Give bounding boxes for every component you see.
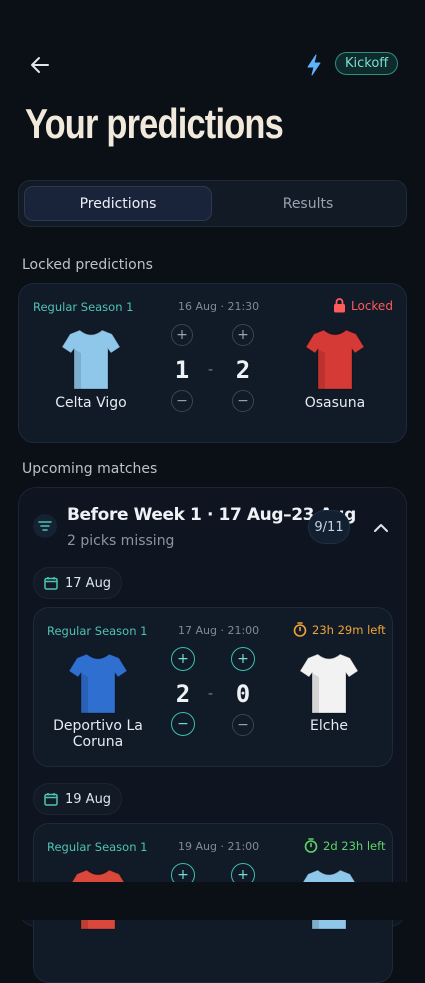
kickoff-label: Kickoff [345,56,389,71]
section-label-upcoming: Upcoming matches [22,461,158,477]
tab-predictions-label: Predictions [79,195,157,212]
calendar-icon [44,793,58,806]
countdown-label: 23h 29m left [312,622,386,637]
back-button[interactable] [26,52,54,78]
home-increment-button[interactable]: + [171,647,195,671]
tab-predictions[interactable]: Predictions [24,186,212,221]
kickoff-badge[interactable]: Kickoff [335,52,399,75]
match-datetime: 17 Aug · 21:00 [178,624,260,637]
picks-progress-badge: 9/11 [308,510,350,544]
score-separator: - [208,362,214,378]
locked-status-label: Locked [351,298,393,313]
bottom-bar [0,882,425,920]
match-league: Regular Season 1 [47,624,148,638]
home-team-name: Celta Vigo [55,395,127,411]
week-group-card: Before Week 1 · 17 Aug–23 Aug 2 picks mi… [18,487,407,983]
tab-switcher: Predictions Results [18,180,407,227]
away-team-name: Osasuna [304,395,366,411]
match-league: Regular Season 1 [47,840,148,854]
group-subtitle: 2 picks missing [67,533,175,549]
away-team-name: Elche [310,718,348,734]
match-league: Regular Season 1 [33,300,134,314]
countdown-label: 2d 23h left [323,838,386,853]
away-shirt-icon [299,651,359,715]
section-label-locked: Locked predictions [22,257,153,273]
home-shirt-icon [68,651,128,715]
home-shirt-icon [61,327,121,391]
list-filter-icon [33,514,57,538]
away-score: 0 [235,680,251,708]
home-team-name: Deportivo La Coruna [53,718,143,750]
picks-progress: 9/11 [314,519,344,535]
date-chip-label: 17 Aug [65,575,112,591]
date-chip-19-aug: 19 Aug [33,783,123,815]
away-increment-button[interactable]: + [232,324,254,346]
locked-status: Locked [333,298,393,313]
page-title: Your predictions [25,100,284,147]
locked-match-card: Regular Season 1 16 Aug · 21:30 Locked C… [18,283,407,443]
chevron-up-icon [374,523,388,532]
date-chip-label: 19 Aug [65,791,112,807]
tab-results[interactable]: Results [214,186,402,221]
match-datetime: 19 Aug · 21:00 [178,840,260,853]
score-separator: - [208,686,214,702]
tab-results-label: Results [282,195,334,212]
home-score: 1 [174,356,190,384]
away-score: 2 [235,356,251,384]
away-decrement-button[interactable]: − [232,714,254,736]
stopwatch-icon [293,622,307,637]
home-decrement-button[interactable]: − [171,712,195,736]
home-score: 2 [175,680,191,708]
collapse-button[interactable] [368,514,394,540]
away-shirt-icon [305,327,365,391]
away-decrement-button[interactable]: − [232,390,254,412]
lock-icon [334,298,345,313]
away-increment-button[interactable]: + [231,647,255,671]
match-card-deportivo-elche: Regular Season 1 17 Aug · 21:00 23h 29m … [33,607,393,767]
countdown-status: 23h 29m left [293,622,386,637]
date-chip-17-aug: 17 Aug [33,567,123,599]
countdown-status: 2d 23h left [304,838,385,853]
calendar-icon [44,577,58,590]
bolt-icon [307,54,321,76]
stopwatch-icon [304,838,318,853]
home-increment-button[interactable]: + [171,324,193,346]
match-datetime: 16 Aug · 21:30 [178,300,260,313]
home-decrement-button[interactable]: − [171,390,193,412]
arrow-left-icon [31,57,49,73]
